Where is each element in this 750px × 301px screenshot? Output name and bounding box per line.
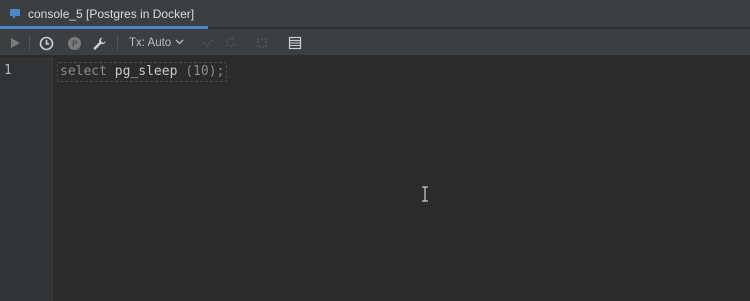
- line-number-gutter: 1: [0, 57, 53, 301]
- transaction-mode-dropdown[interactable]: Tx: Auto: [129, 36, 184, 50]
- transaction-mode-label: Tx: Auto: [129, 37, 172, 49]
- svg-text:P: P: [71, 40, 77, 50]
- cancel-icon[interactable]: [253, 34, 271, 52]
- chevron-down-icon: [175, 37, 184, 49]
- text-cursor-icon: [420, 186, 430, 202]
- database-console-icon: [8, 7, 22, 21]
- settings-icon[interactable]: [90, 34, 108, 52]
- tab-bar: console_5 [Postgres in Docker]: [0, 0, 750, 29]
- rollback-icon[interactable]: [222, 34, 240, 52]
- commit-icon[interactable]: [199, 34, 217, 52]
- sql-keyword: select: [60, 64, 107, 79]
- tab-console[interactable]: console_5 [Postgres in Docker]: [0, 0, 208, 29]
- toolbar: P Tx: Auto: [0, 29, 750, 56]
- sql-close-paren: );: [208, 64, 225, 79]
- toolbar-separator: [29, 35, 30, 50]
- line-number: 1: [4, 63, 12, 78]
- code-line[interactable]: select pg_sleep (10);: [57, 62, 228, 82]
- tab-title: console_5 [Postgres in Docker]: [28, 7, 195, 21]
- sql-function-name: pg_sleep: [114, 64, 178, 79]
- sql-argument: 10: [193, 64, 209, 79]
- sql-editor[interactable]: select pg_sleep (10);: [54, 57, 750, 301]
- parameters-icon[interactable]: P: [65, 34, 83, 52]
- sql-open-paren: (: [185, 64, 194, 79]
- history-icon[interactable]: [37, 34, 55, 52]
- execute-icon[interactable]: [6, 34, 24, 52]
- toolbar-separator: [117, 35, 118, 50]
- output-layout-icon[interactable]: [286, 34, 304, 52]
